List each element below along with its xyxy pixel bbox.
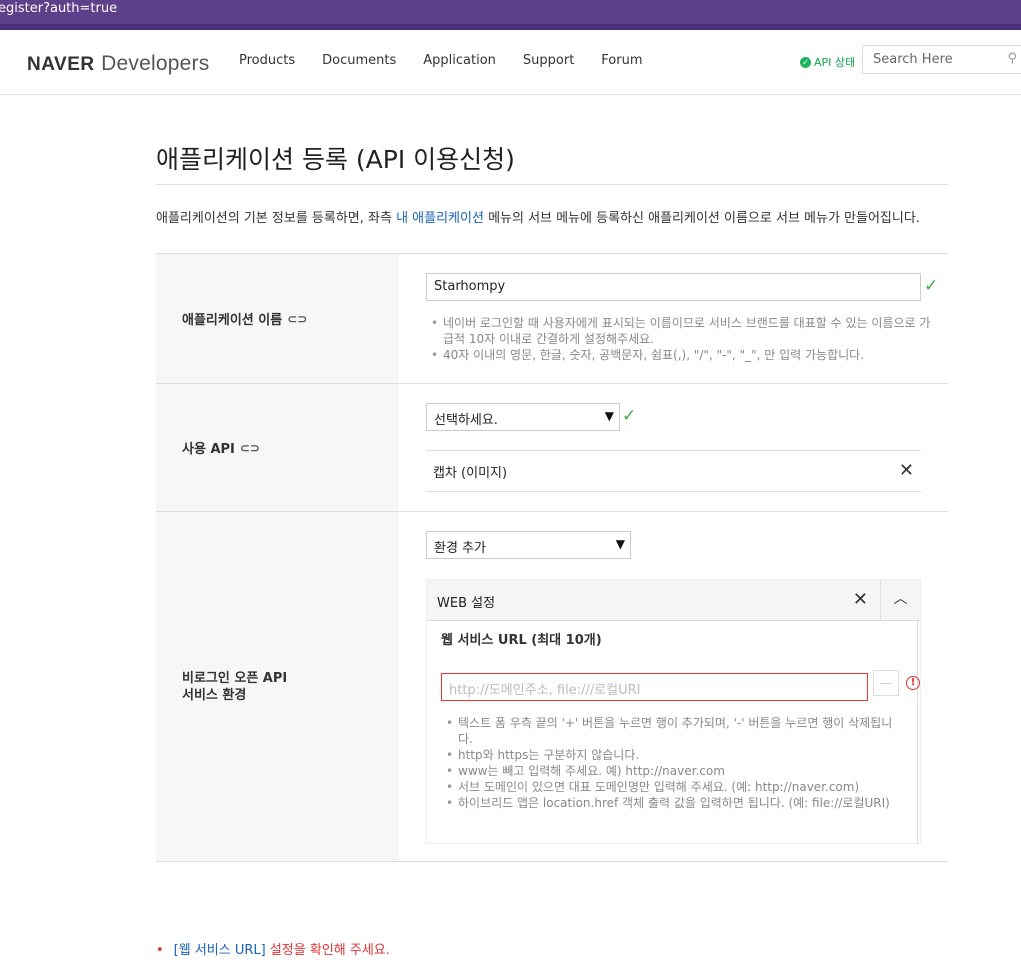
note-item: 네이버 로그인할 때 사용자에게 표시되는 이름이므로 서비스 브랜드를 대표할…: [431, 315, 941, 347]
app-name-label: 애플리케이션 이름: [182, 313, 283, 328]
check-icon: ✓: [622, 406, 637, 426]
link-icon[interactable]: ⊂⊃: [287, 312, 307, 326]
logo[interactable]: NAVER Developers: [27, 51, 209, 76]
link-icon[interactable]: ⊂⊃: [240, 441, 260, 455]
env-select[interactable]: 환경 추가 ▼: [426, 531, 631, 559]
main-content: 애플리케이션 등록 (API 이용신청) 애플리케이션의 기본 정보를 등록하면…: [156, 140, 948, 862]
env-header: 비로그인 오픈 API 서비스 환경: [156, 512, 399, 861]
desc-text-2: 메뉴의 서브 메뉴에 등록하신 애플리케이션 이름으로 서브 메뉴가 만들어집니…: [483, 211, 920, 226]
app-name-header: 애플리케이션 이름 ⊂⊃: [156, 254, 399, 383]
check-icon: ✓: [924, 276, 939, 296]
main-menu: Products Documents Application Support F…: [239, 53, 670, 68]
use-api-header: 사용 API ⊂⊃: [156, 384, 399, 511]
menu-support[interactable]: Support: [523, 53, 574, 68]
web-settings-panel: WEB 설정 ✕ ︿ 웹 서비스 URL (최대 10개) http://도메인…: [426, 579, 921, 844]
web-url-notes: 텍스트 폼 우측 끝의 '+' 버튼을 누르면 행이 추가되며, '-' 버튼을…: [441, 715, 896, 811]
note-item: 텍스트 폼 우측 끝의 '+' 버튼을 누르면 행이 추가되며, '-' 버튼을…: [446, 715, 896, 747]
error-message: • [웹 서비스 URL] 설정을 확인해 주세요.: [156, 939, 390, 958]
search-icon[interactable]: ⚲: [1007, 51, 1017, 66]
page-title: 애플리케이션 등록 (API 이용신청): [156, 140, 948, 185]
app-name-input[interactable]: Starhompy: [426, 273, 921, 301]
check-circle-icon: ✓: [800, 56, 811, 68]
registration-form: 애플리케이션 이름 ⊂⊃ Starhompy ✓ 네이버 로그인할 때 사용자에게…: [156, 253, 948, 862]
error-icon: !: [906, 676, 920, 690]
close-icon[interactable]: ✕: [853, 589, 868, 610]
web-settings-body: 웹 서비스 URL (최대 10개) http://도메인주소, file://…: [427, 621, 920, 843]
env-cell: 환경 추가 ▼ WEB 설정 ✕ ︿ 웹 서비스 URL (최대 10개) htt…: [399, 512, 948, 861]
collapse-chevron-icon[interactable]: ︿: [880, 580, 920, 620]
web-url-error-link[interactable]: [웹 서비스 URL]: [174, 943, 266, 958]
note-item: http와 https는 구분하지 않습니다.: [446, 747, 896, 763]
note-item: www는 빼고 입력해 주세요. 예) http://naver.com: [446, 763, 896, 779]
selected-api-label: 캡차 (이미지): [433, 466, 508, 481]
menu-documents[interactable]: Documents: [322, 53, 396, 68]
top-navigation: NAVER Developers Products Documents Appl…: [0, 24, 1021, 95]
use-api-cell: 선택하세요. ▼ ✓ 캡차 (이미지) ✕: [399, 384, 948, 511]
api-status-link[interactable]: ✓ API 상태: [800, 54, 855, 70]
web-settings-title: WEB 설정: [437, 596, 496, 611]
web-url-label: 웹 서비스 URL (최대 10개): [441, 633, 602, 648]
use-api-row: 사용 API ⊂⊃ 선택하세요. ▼ ✓ 캡차 (이미지) ✕: [156, 384, 948, 512]
my-applications-link[interactable]: 내 애플리케이션: [396, 211, 484, 226]
page-description: 애플리케이션의 기본 정보를 등록하면, 좌측 내 애플리케이션 메뉴의 서브 …: [156, 206, 948, 232]
browser-url-bar[interactable]: egister?auth=true: [0, 0, 1021, 24]
app-name-notes: 네이버 로그인할 때 사용자에게 표시되는 이름이므로 서비스 브랜드를 대표할…: [426, 315, 941, 363]
web-url-input[interactable]: http://도메인주소, file:///로컬URI: [441, 673, 868, 701]
dropdown-arrow-icon: ▼: [615, 537, 625, 551]
logo-bold: NAVER: [27, 54, 95, 75]
desc-text-1: 애플리케이션의 기본 정보를 등록하면, 좌측: [156, 211, 397, 226]
note-item: 하이브리드 앱은 location.href 객체 출력 값을 입력하면 됩니다…: [446, 795, 896, 811]
app-name-cell: Starhompy ✓ 네이버 로그인할 때 사용자에게 표시되는 이름이므로 …: [399, 254, 948, 383]
note-item: 40자 이내의 영문, 한글, 숫자, 공백문자, 쉼표(,), "/", "-…: [431, 347, 941, 363]
search-placeholder: Search Here: [873, 52, 953, 67]
search-input[interactable]: Search Here ⚲: [862, 45, 1021, 74]
logo-text: Developers: [101, 52, 210, 75]
selected-api-item: 캡차 (이미지) ✕: [426, 450, 921, 492]
menu-products[interactable]: Products: [239, 53, 295, 68]
use-api-label: 사용 API: [182, 442, 235, 457]
menu-application[interactable]: Application: [423, 53, 496, 68]
app-name-row: 애플리케이션 이름 ⊂⊃ Starhompy ✓ 네이버 로그인할 때 사용자에게…: [156, 254, 948, 384]
note-item: 서브 도메인이 있으면 대표 도메인명만 입력해 주세요. (예: http:/…: [446, 779, 896, 795]
env-row: 비로그인 오픈 API 서비스 환경 환경 추가 ▼ WEB 설정 ✕ ︿ 웹 서…: [156, 512, 948, 862]
env-label-1: 비로그인 오픈 API: [182, 670, 288, 686]
api-select-value: 선택하세요.: [434, 413, 498, 428]
env-select-value: 환경 추가: [434, 541, 486, 556]
api-select[interactable]: 선택하세요. ▼: [426, 403, 620, 431]
error-bullet: •: [156, 943, 164, 958]
dropdown-arrow-icon: ▼: [604, 409, 614, 423]
env-label-2: 서비스 환경: [182, 687, 247, 703]
web-settings-header: WEB 설정 ✕ ︿: [427, 580, 920, 621]
menu-forum[interactable]: Forum: [601, 53, 642, 68]
error-text: 설정을 확인해 주세요.: [265, 943, 390, 958]
api-status-label: API 상태: [814, 56, 856, 69]
url-text: egister?auth=true: [0, 1, 118, 16]
remove-api-close-icon[interactable]: ✕: [899, 460, 914, 481]
remove-row-button[interactable]: —: [873, 670, 899, 696]
